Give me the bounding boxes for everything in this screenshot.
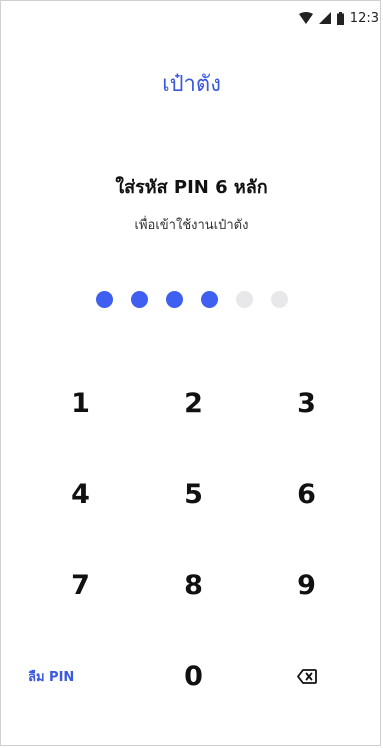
key-0[interactable]: 0 xyxy=(137,631,250,722)
wifi-icon xyxy=(298,12,313,24)
key-7[interactable]: 7 xyxy=(24,540,137,631)
key-1[interactable]: 1 xyxy=(24,358,137,449)
pin-dot-filled xyxy=(200,291,218,308)
key-3[interactable]: 3 xyxy=(250,358,363,449)
app-title: เป๋าตัง xyxy=(162,72,221,97)
numeric-keypad: 1 2 3 4 5 6 7 8 9 ลืม PIN 0 xyxy=(24,358,363,722)
pin-dot-filled xyxy=(165,291,183,308)
backspace-button[interactable] xyxy=(250,631,363,722)
pin-indicator xyxy=(0,291,383,308)
pin-dot-empty xyxy=(270,291,288,308)
key-5[interactable]: 5 xyxy=(137,449,250,540)
key-1-label: 1 xyxy=(71,388,90,419)
pin-subtitle: เพื่อเข้าใช้งานเป๋าตัง xyxy=(134,218,249,233)
status-time: 12:3 xyxy=(349,10,379,26)
key-6-label: 6 xyxy=(297,479,316,510)
key-2-label: 2 xyxy=(184,388,203,419)
battery-icon xyxy=(336,11,344,25)
key-9[interactable]: 9 xyxy=(250,540,363,631)
pin-dot-filled xyxy=(130,291,148,308)
key-8[interactable]: 8 xyxy=(137,540,250,631)
backspace-icon xyxy=(296,669,317,684)
key-9-label: 9 xyxy=(297,570,316,601)
key-2[interactable]: 2 xyxy=(137,358,250,449)
key-4-label: 4 xyxy=(71,479,90,510)
key-6[interactable]: 6 xyxy=(250,449,363,540)
pin-heading: ใส่รหัส PIN 6 หลัก xyxy=(115,177,268,198)
status-bar: 12:3 xyxy=(298,8,379,28)
key-0-label: 0 xyxy=(184,661,203,692)
forgot-pin-button[interactable]: ลืม PIN xyxy=(24,631,137,722)
pin-dot-filled xyxy=(95,291,113,308)
key-3-label: 3 xyxy=(297,388,316,419)
pin-dot-empty xyxy=(235,291,253,308)
key-7-label: 7 xyxy=(71,570,90,601)
key-8-label: 8 xyxy=(184,570,203,601)
key-5-label: 5 xyxy=(184,479,203,510)
cell-signal-icon xyxy=(318,12,331,24)
key-4[interactable]: 4 xyxy=(24,449,137,540)
